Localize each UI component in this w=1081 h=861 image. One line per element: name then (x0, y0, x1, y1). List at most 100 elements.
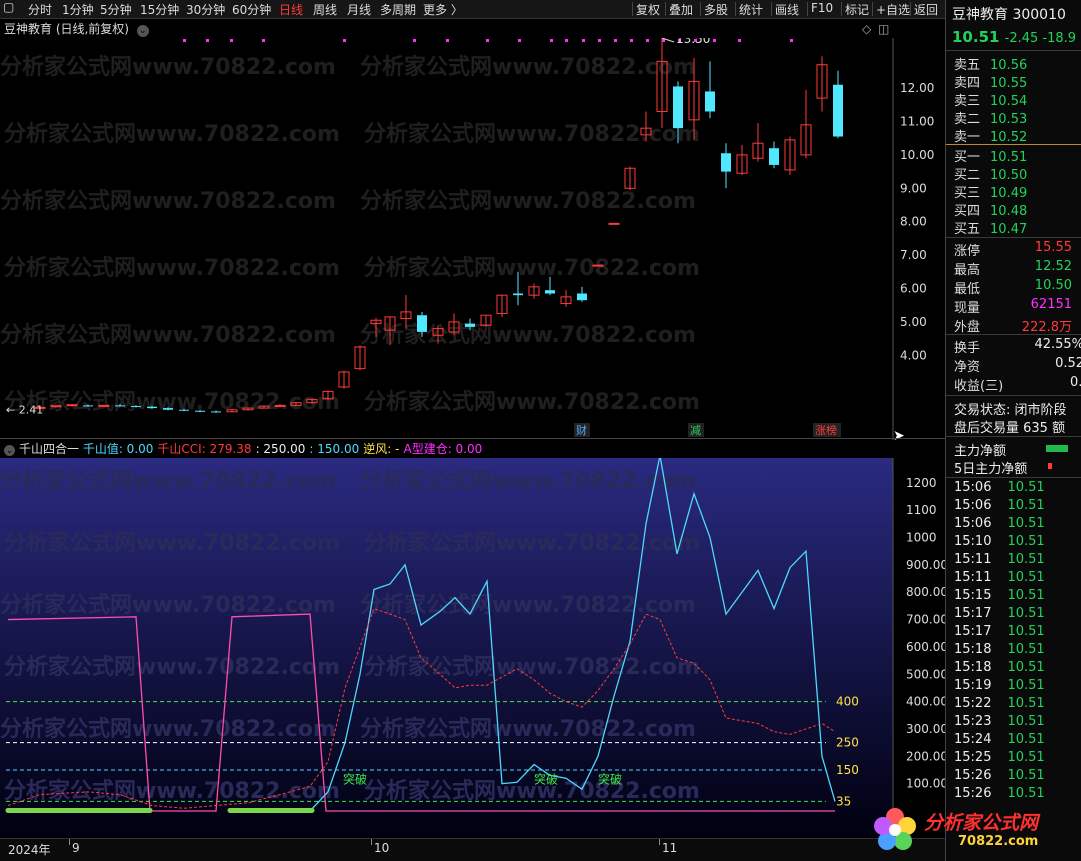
indicator-tick-label: 300.00 (906, 722, 945, 736)
window-icon[interactable]: ▢ (3, 0, 14, 14)
period-tab-2[interactable]: 5分钟 (100, 1, 132, 18)
divider (946, 237, 1081, 238)
signal-dot (630, 39, 633, 42)
signal-dot (646, 39, 649, 42)
stat-label: 最低 (954, 282, 981, 297)
event-tag[interactable]: 涨榜 (815, 423, 837, 437)
tick-row: 15:11 10.51 (954, 570, 1045, 585)
toolbar-button-8[interactable]: 返回 (914, 1, 938, 18)
tick-price: 10.51 (1007, 642, 1045, 657)
main-flow-5d-row[interactable]: 5日主力净额 (954, 458, 1027, 477)
toolbar-separator (807, 2, 808, 16)
price-tick-label: 12.00 (900, 81, 934, 95)
period-tab-1[interactable]: 1分钟 (62, 1, 94, 18)
level-label: 150 (836, 763, 859, 777)
breakout-label: 突破 (598, 772, 622, 787)
indicator-title: ⌄ 千山四合一 千山值: 0.00 千山CCI: 279.38: 250.00: 1… (4, 440, 486, 457)
stat-value: 0.060 (1069, 375, 1081, 390)
indicator-tick-label: 1000 (906, 531, 937, 545)
bid-row: 买三 10.49 (954, 182, 1027, 201)
stat-value: 15.55 (1034, 240, 1073, 255)
divider (946, 477, 1081, 478)
divider (946, 436, 1081, 437)
tick-price: 10.51 (1007, 732, 1045, 747)
period-tab-5[interactable]: 60分钟 (232, 1, 271, 18)
price-tick-label: 7.00 (900, 248, 927, 262)
bid-row: 买一 10.51 (954, 146, 1027, 165)
watermark-text: 分析家公式网www.70822.com (4, 654, 340, 680)
tick-price: 10.51 (1007, 660, 1045, 675)
price-tick-label: 11.00 (900, 115, 934, 129)
stat-row: 换手 42.55% (954, 337, 1081, 356)
indicator-tick-label: 1200 (906, 476, 937, 490)
watermark-text: 分析家公式网www.70822.com (0, 468, 336, 494)
event-tag[interactable]: 财 (576, 423, 587, 437)
toolbar-separator (872, 2, 873, 16)
period-tab-7[interactable]: 周线 (313, 1, 337, 18)
chevron-down-icon[interactable]: ⌄ (136, 25, 149, 37)
tick-price: 10.51 (1007, 750, 1045, 765)
time-axis-tick (659, 839, 660, 845)
stat-label: 涨停 (954, 244, 981, 259)
tick-row: 15:06 10.51 (954, 480, 1045, 495)
toolbar-button-0[interactable]: 复权 (636, 1, 660, 18)
toolbar-separator (841, 2, 842, 16)
tick-time: 15:17 (954, 606, 992, 621)
bid-ask-divider (946, 144, 1081, 145)
stat-value: 42.55% (1034, 337, 1081, 352)
panel-toggle-icon[interactable]: ◫ (878, 22, 889, 36)
price-tick-label: 4.00 (900, 348, 927, 362)
indicator-name: 千山四合一 (19, 442, 83, 456)
candle-body (83, 405, 93, 407)
high-price-label: 13.50 (676, 38, 710, 46)
period-tab-0[interactable]: 分时 (28, 1, 52, 18)
watermark-text: 分析家公式网www.70822.com (0, 54, 336, 80)
period-tab-10[interactable]: 更多 〉 (423, 1, 463, 18)
tick-time: 15:15 (954, 588, 992, 603)
tick-price: 10.51 (1007, 480, 1045, 495)
period-tab-6[interactable]: 日线 (279, 1, 303, 18)
tick-time: 15:06 (954, 480, 992, 495)
watermark-text: 分析家公式网www.70822.com (364, 778, 700, 804)
stat-row: 净资 0.52 (954, 356, 1081, 375)
ask-label: 卖四 (954, 76, 981, 91)
candle-body (673, 86, 683, 129)
price-tick-label: 10.00 (900, 148, 934, 162)
watermark-text: 分析家公式网www.70822.com (360, 468, 696, 494)
toolbar-button-1[interactable]: 叠加 (669, 1, 693, 18)
tick-time: 15:25 (954, 750, 992, 765)
quote-panel: 豆神教育 300010 10.51 -2.45 -18.9 卖五 10.56 卖四 10.… (945, 0, 1081, 861)
candle-body (705, 91, 715, 112)
stat-value: 12.52 (1034, 259, 1073, 274)
toolbar-button-5[interactable]: F10 (811, 1, 833, 15)
period-tab-3[interactable]: 15分钟 (140, 1, 179, 18)
period-tab-9[interactable]: 多周期 (380, 1, 416, 18)
toolbar-button-4[interactable]: 画线 (775, 1, 799, 18)
toolbar-button-7[interactable]: +自选 (876, 1, 910, 18)
stat-row: 现量 62151 (954, 297, 1072, 316)
tick-time: 15:06 (954, 516, 992, 531)
tick-time: 15:22 (954, 696, 992, 711)
stat-row: 外盘 222.8万 (954, 316, 1072, 335)
candle-body (195, 410, 205, 412)
indicator-tick-label: 500.00 (906, 667, 945, 681)
period-tab-8[interactable]: 月线 (347, 1, 371, 18)
event-tag[interactable]: 减 (690, 424, 701, 437)
toolbar-button-2[interactable]: 多股 (704, 1, 728, 18)
logo-text: 分析家公式网 (924, 812, 1039, 834)
watermark-text: 分析家公式网www.70822.com (0, 592, 336, 618)
stat-label: 最高 (954, 263, 981, 278)
toolbar-button-6[interactable]: 标记 (845, 1, 869, 18)
main-flow-row[interactable]: 主力净额 (954, 440, 1006, 459)
ask-row: 卖四 10.55 (954, 72, 1027, 91)
toolbar-button-3[interactable]: 统计 (739, 1, 763, 18)
indicator-chart[interactable]: 分析家公式网www.70822.com 分析家公式网www.70822.com 分析… (0, 458, 945, 838)
diamond-icon[interactable]: ◇ (862, 22, 871, 36)
cursor-arrow-icon: ➤ (893, 428, 905, 444)
period-tab-4[interactable]: 30分钟 (186, 1, 225, 18)
candle-body (833, 84, 843, 137)
toolbar-separator (665, 2, 666, 16)
price-chart[interactable]: 分析家公式网www.70822.com 分析家公式网www.70822.com 分析… (0, 38, 945, 440)
last-price: 10.51 (952, 28, 1005, 46)
chevron-down-icon[interactable]: ⌄ (4, 445, 15, 456)
